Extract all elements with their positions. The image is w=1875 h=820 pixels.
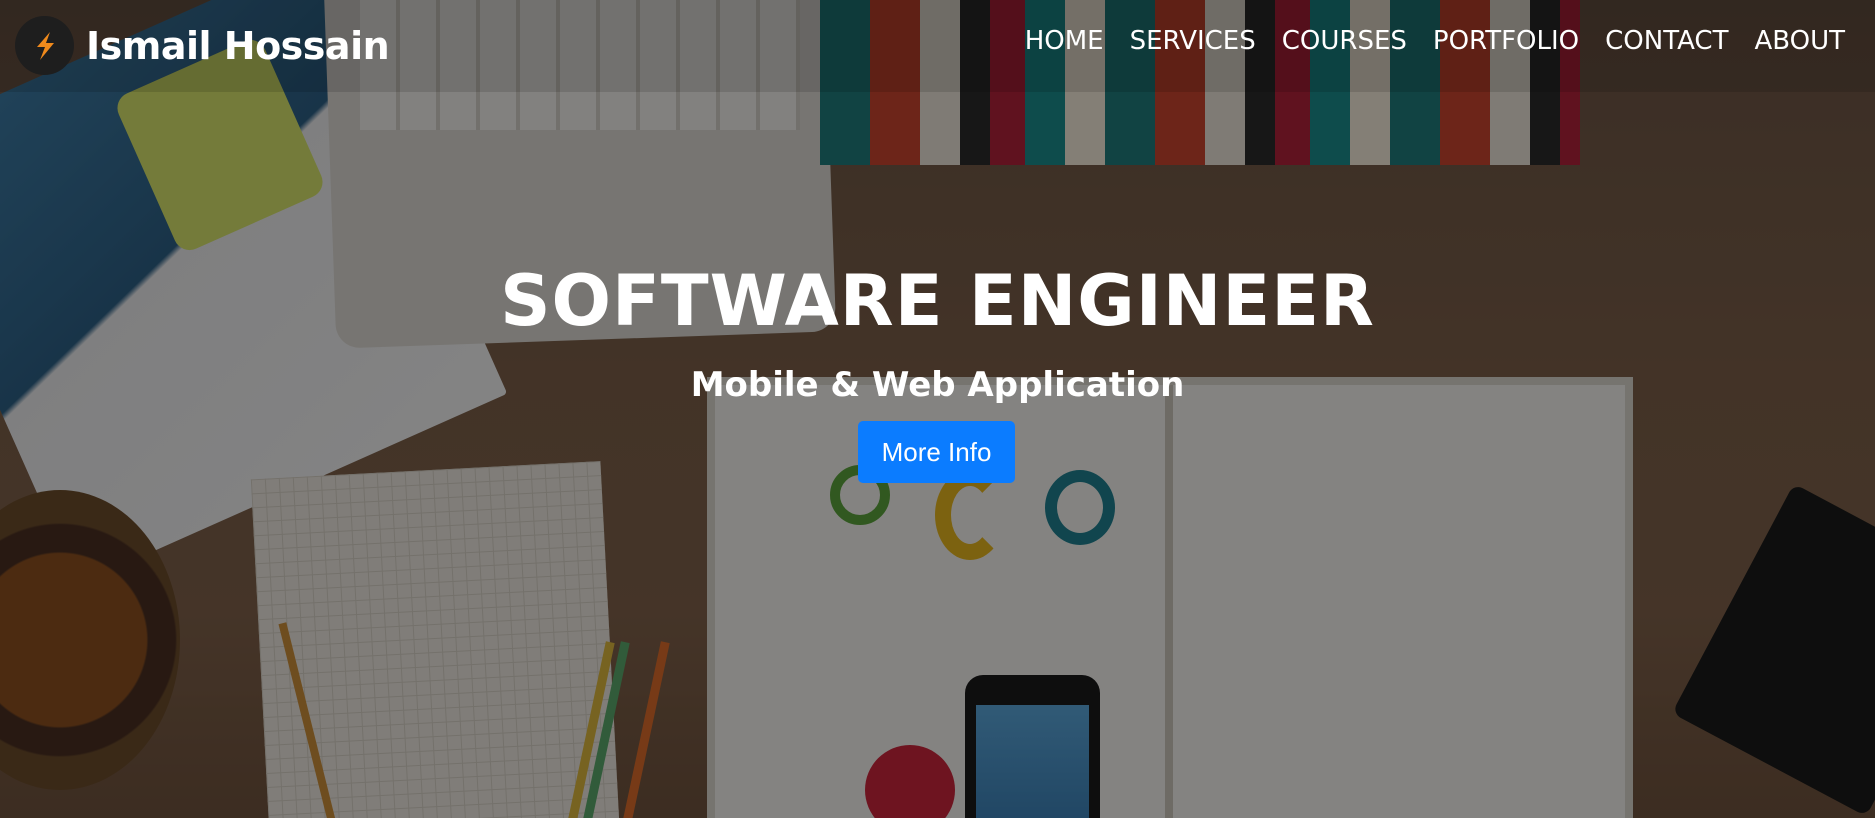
nav-item-services[interactable]: SERVICES (1130, 26, 1256, 56)
hero-section (0, 0, 1875, 818)
hero-dark-overlay (0, 0, 1875, 818)
hero-title: SOFTWARE ENGINEER (500, 260, 1375, 342)
brand-link[interactable]: Ismail Hossain (15, 16, 390, 75)
top-navbar: Ismail Hossain HOME SERVICES COURSES POR… (0, 0, 1875, 92)
hero-subtitle: Mobile & Web Application (690, 365, 1185, 405)
nav-item-portfolio[interactable]: PORTFOLIO (1433, 26, 1579, 56)
nav-item-contact[interactable]: CONTACT (1605, 26, 1728, 56)
more-info-button[interactable]: More Info (858, 421, 1015, 483)
nav-item-home[interactable]: HOME (1025, 26, 1104, 56)
brand-name: Ismail Hossain (86, 23, 390, 68)
main-nav: HOME SERVICES COURSES PORTFOLIO CONTACT … (999, 26, 1845, 56)
nav-item-courses[interactable]: COURSES (1282, 26, 1407, 56)
nav-item-about[interactable]: ABOUT (1754, 26, 1845, 56)
lightning-s-logo-icon (15, 16, 74, 75)
